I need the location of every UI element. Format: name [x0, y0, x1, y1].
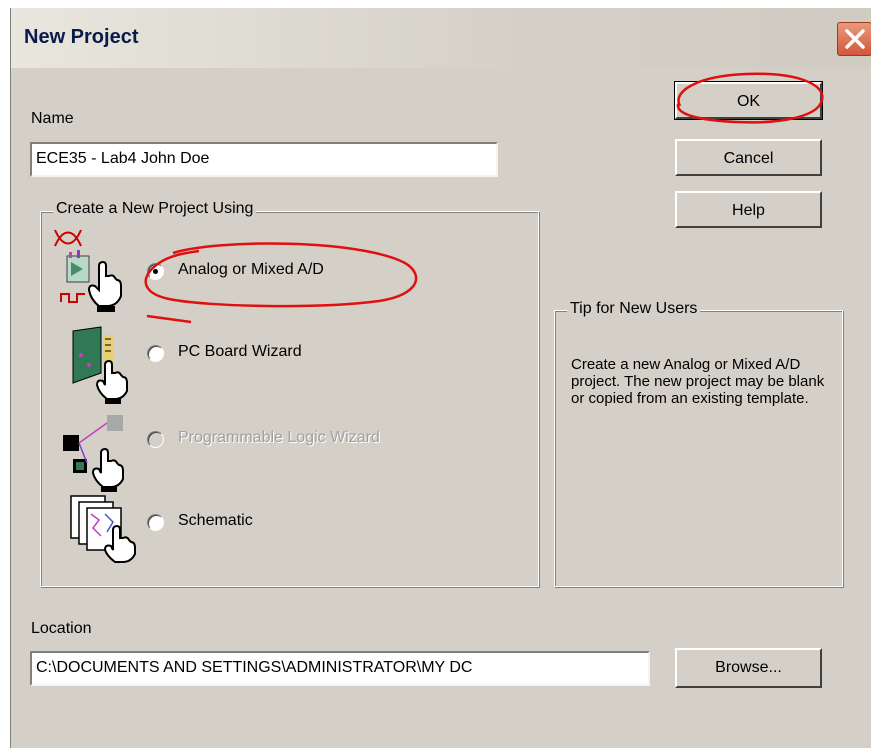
pc-board-icon: [69, 325, 133, 410]
location-input[interactable]: C:\DOCUMENTS AND SETTINGS\ADMINISTRATOR\…: [30, 651, 650, 686]
cancel-button[interactable]: Cancel: [675, 139, 822, 176]
pc-board-option-label[interactable]: PC Board Wizard: [178, 343, 302, 361]
schematic-option-label[interactable]: Schematic: [178, 512, 253, 530]
close-icon: [845, 29, 865, 49]
name-label: Name: [31, 110, 74, 127]
analog-option-label[interactable]: Analog or Mixed A/D: [178, 261, 324, 279]
window-title: New Project: [24, 26, 139, 48]
schematic-radio[interactable]: [147, 514, 164, 531]
create-project-group-legend: Create a New Project Using: [53, 200, 257, 218]
tip-group: [554, 310, 843, 587]
radio-selected-dot: [153, 269, 158, 274]
programmable-logic-radio: [147, 431, 164, 448]
analog-radio[interactable]: [147, 263, 164, 280]
browse-button[interactable]: Browse...: [675, 648, 822, 688]
title-bar[interactable]: New Project: [11, 8, 871, 68]
ok-button-label: OK: [736, 93, 761, 110]
new-project-dialog: New Project Name ECE35 - Lab4 John Doe O…: [10, 8, 871, 748]
ok-button[interactable]: OK: [674, 81, 823, 120]
help-button[interactable]: Help: [675, 191, 822, 228]
browse-button-label: Browse...: [715, 659, 782, 676]
help-button-label: Help: [732, 202, 765, 219]
programmable-logic-icon: [61, 413, 137, 498]
name-input[interactable]: ECE35 - Lab4 John Doe: [30, 142, 498, 177]
tip-group-legend: Tip for New Users: [567, 300, 701, 318]
location-label: Location: [31, 620, 92, 637]
cancel-button-label: Cancel: [723, 150, 774, 167]
schematic-icon: [69, 492, 139, 569]
programmable-logic-option-label: Programmable Logic Wizard: [178, 429, 380, 446]
analog-circuit-icon: [51, 226, 131, 321]
pc-board-radio[interactable]: [147, 345, 164, 362]
close-button[interactable]: [837, 22, 871, 56]
tip-text: Create a new Analog or Mixed A/D project…: [571, 356, 825, 407]
